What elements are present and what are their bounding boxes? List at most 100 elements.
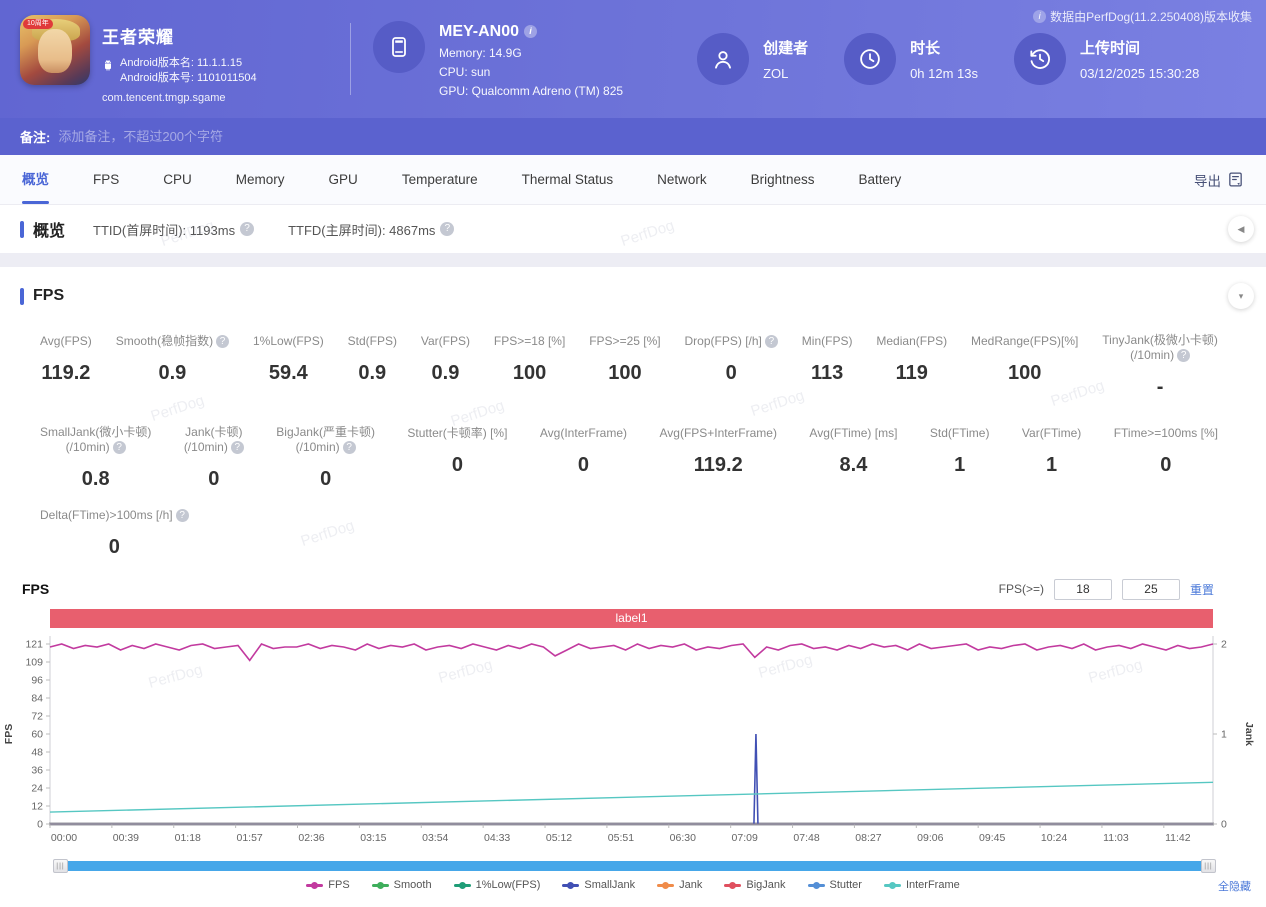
slider-handle-right[interactable]: |||	[1201, 859, 1216, 873]
metric-item: Avg(FPS)119.2	[40, 333, 92, 399]
section-accent	[20, 221, 24, 238]
metric-item: TinyJank(极微小卡顿)(/10min)?-	[1102, 333, 1218, 399]
right-axis-tick: 2	[1221, 639, 1227, 651]
chevron-left-icon: ◀	[1238, 224, 1245, 235]
hide-all-button[interactable]: 全隐藏	[1218, 878, 1251, 894]
metric-label: TinyJank(极微小卡顿)	[1102, 333, 1218, 348]
metric-value: 100	[1008, 362, 1041, 385]
metric-help-icon[interactable]: ?	[231, 441, 244, 454]
metric-value: 0.9	[358, 362, 386, 385]
metric-label: (/10min)?	[66, 440, 126, 455]
upload-value: 03/12/2025 15:30:28	[1080, 66, 1199, 81]
ttfd-text: TTFD(主屏时间): 4867ms	[288, 220, 435, 239]
x-axis-tick: 07:09	[732, 832, 758, 844]
remark-label: 备注:	[20, 127, 50, 146]
tab-fps[interactable]: FPS	[93, 155, 119, 204]
legend-item-stutter[interactable]: Stutter	[808, 879, 862, 891]
metric-help-icon[interactable]: ?	[1177, 349, 1190, 362]
app-icon-art	[38, 29, 72, 73]
creator-label: 创建者	[763, 37, 808, 58]
legend-label: Smooth	[394, 879, 432, 891]
tab-temperature[interactable]: Temperature	[402, 155, 478, 204]
fps-metrics-row2: SmallJank(微小卡顿)(/10min)?0.8Jank(卡顿)(/10m…	[0, 425, 1266, 491]
threshold-input-low[interactable]	[1054, 579, 1112, 600]
ttfd-help-icon[interactable]: ?	[440, 222, 454, 236]
metric-help-icon[interactable]: ?	[343, 441, 356, 454]
threshold-input-high[interactable]	[1122, 579, 1180, 600]
ttid-help-icon[interactable]: ?	[240, 222, 254, 236]
y-axis-tick: 36	[31, 765, 43, 777]
tab-memory[interactable]: Memory	[236, 155, 285, 204]
x-axis-tick: 10:24	[1041, 832, 1067, 844]
fps-chart-svg[interactable]: PerfDogPerfDogPerfDogPerfDog121109968472…	[0, 628, 1266, 852]
legend-marker	[724, 884, 741, 887]
collect-note: i 数据由PerfDog(11.2.250408)版本收集	[1033, 8, 1252, 25]
tab-bar: 概览 FPS CPU Memory GPU Temperature Thermal Stat…	[0, 155, 1266, 205]
legend-item-fps[interactable]: FPS	[306, 879, 349, 891]
legend-item-smalljank[interactable]: SmallJank	[562, 879, 635, 891]
fps-collapse-button[interactable]: ▾	[1228, 283, 1254, 309]
metric-label: 1%Low(FPS)	[253, 334, 324, 349]
metric-help-icon[interactable]: ?	[113, 441, 126, 454]
tab-gpu[interactable]: GPU	[329, 155, 358, 204]
legend-marker	[808, 884, 825, 887]
export-button[interactable]: 导出	[1194, 170, 1244, 190]
legend-item-jank[interactable]: Jank	[657, 879, 702, 891]
device-info-icon[interactable]: i	[524, 25, 537, 38]
y-axis-tick: 60	[31, 729, 43, 741]
tab-cpu[interactable]: CPU	[163, 155, 192, 204]
x-axis-tick: 05:51	[608, 832, 634, 844]
metric-value: 0.9	[432, 362, 460, 385]
y-axis-tick: 0	[37, 819, 43, 831]
export-label: 导出	[1194, 170, 1221, 190]
legend-label: Stutter	[830, 879, 862, 891]
y-axis-tick: 96	[31, 675, 43, 687]
tab-thermal-status[interactable]: Thermal Status	[522, 155, 614, 204]
x-axis-tick: 07:48	[793, 832, 819, 844]
y-axis-tick: 121	[25, 639, 43, 651]
slider-handle-left[interactable]: |||	[53, 859, 68, 873]
y-axis-label: FPS	[3, 724, 15, 744]
tab-概览[interactable]: 概览	[22, 155, 49, 204]
app-package: com.tencent.tmgp.sgame	[102, 92, 257, 104]
chart-range-slider: ||| |||	[53, 859, 1216, 873]
metric-label: Median(FPS)	[876, 334, 947, 349]
metric-value: 59.4	[269, 362, 308, 385]
reset-button[interactable]: 重置	[1190, 581, 1214, 598]
tab-brightness[interactable]: Brightness	[751, 155, 815, 204]
tab-network[interactable]: Network	[657, 155, 707, 204]
fps-chart-title: FPS	[22, 581, 49, 597]
remark-input[interactable]	[58, 129, 458, 144]
metric-value: 1	[1046, 454, 1057, 477]
metric-item: Stutter(卡顿率) [%]0	[407, 425, 507, 491]
perfdog-watermark: PerfDog	[1087, 656, 1145, 687]
x-axis-tick: 11:42	[1165, 832, 1191, 844]
y-axis-tick: 12	[31, 801, 43, 813]
overview-collapse-button[interactable]: ◀	[1228, 216, 1254, 242]
metric-help-icon[interactable]: ?	[176, 509, 189, 522]
metric-label: Drop(FPS) [/h]?	[685, 334, 778, 349]
fps-section-title: FPS	[33, 287, 64, 305]
legend-item-interframe[interactable]: InterFrame	[884, 879, 960, 891]
legend-item-bigjank[interactable]: BigJank	[724, 879, 785, 891]
metric-value: 0	[1160, 454, 1171, 477]
metric-help-icon[interactable]: ?	[765, 335, 778, 348]
report-header: 10周年 王者荣耀 Android版本名: 11.1.1.15 Android版…	[0, 0, 1266, 118]
x-axis-tick: 01:18	[175, 832, 201, 844]
info-icon: i	[1033, 10, 1046, 23]
metric-item: FPS>=25 [%]100	[589, 333, 660, 399]
upload-block: 上传时间 03/12/2025 15:30:28	[1014, 33, 1199, 85]
slider-track[interactable]	[68, 861, 1201, 871]
legend-label: 1%Low(FPS)	[476, 879, 541, 891]
legend-item-smooth[interactable]: Smooth	[372, 879, 432, 891]
tab-battery[interactable]: Battery	[858, 155, 901, 204]
metric-help-icon[interactable]: ?	[216, 335, 229, 348]
legend-item-1-low-fps-[interactable]: 1%Low(FPS)	[454, 879, 541, 891]
metric-label: BigJank(严重卡顿)	[276, 425, 375, 440]
metric-value: 0.8	[82, 468, 110, 491]
metric-item: Avg(FPS+InterFrame)119.2	[659, 425, 776, 491]
metric-label: (/10min)?	[184, 440, 244, 455]
metric-item: Avg(FTime) [ms]8.4	[809, 425, 897, 491]
chart-legend: FPS Smooth 1%Low(FPS) SmallJank Jank BigJank S…	[0, 879, 1266, 891]
metric-label: Min(FPS)	[802, 334, 853, 349]
